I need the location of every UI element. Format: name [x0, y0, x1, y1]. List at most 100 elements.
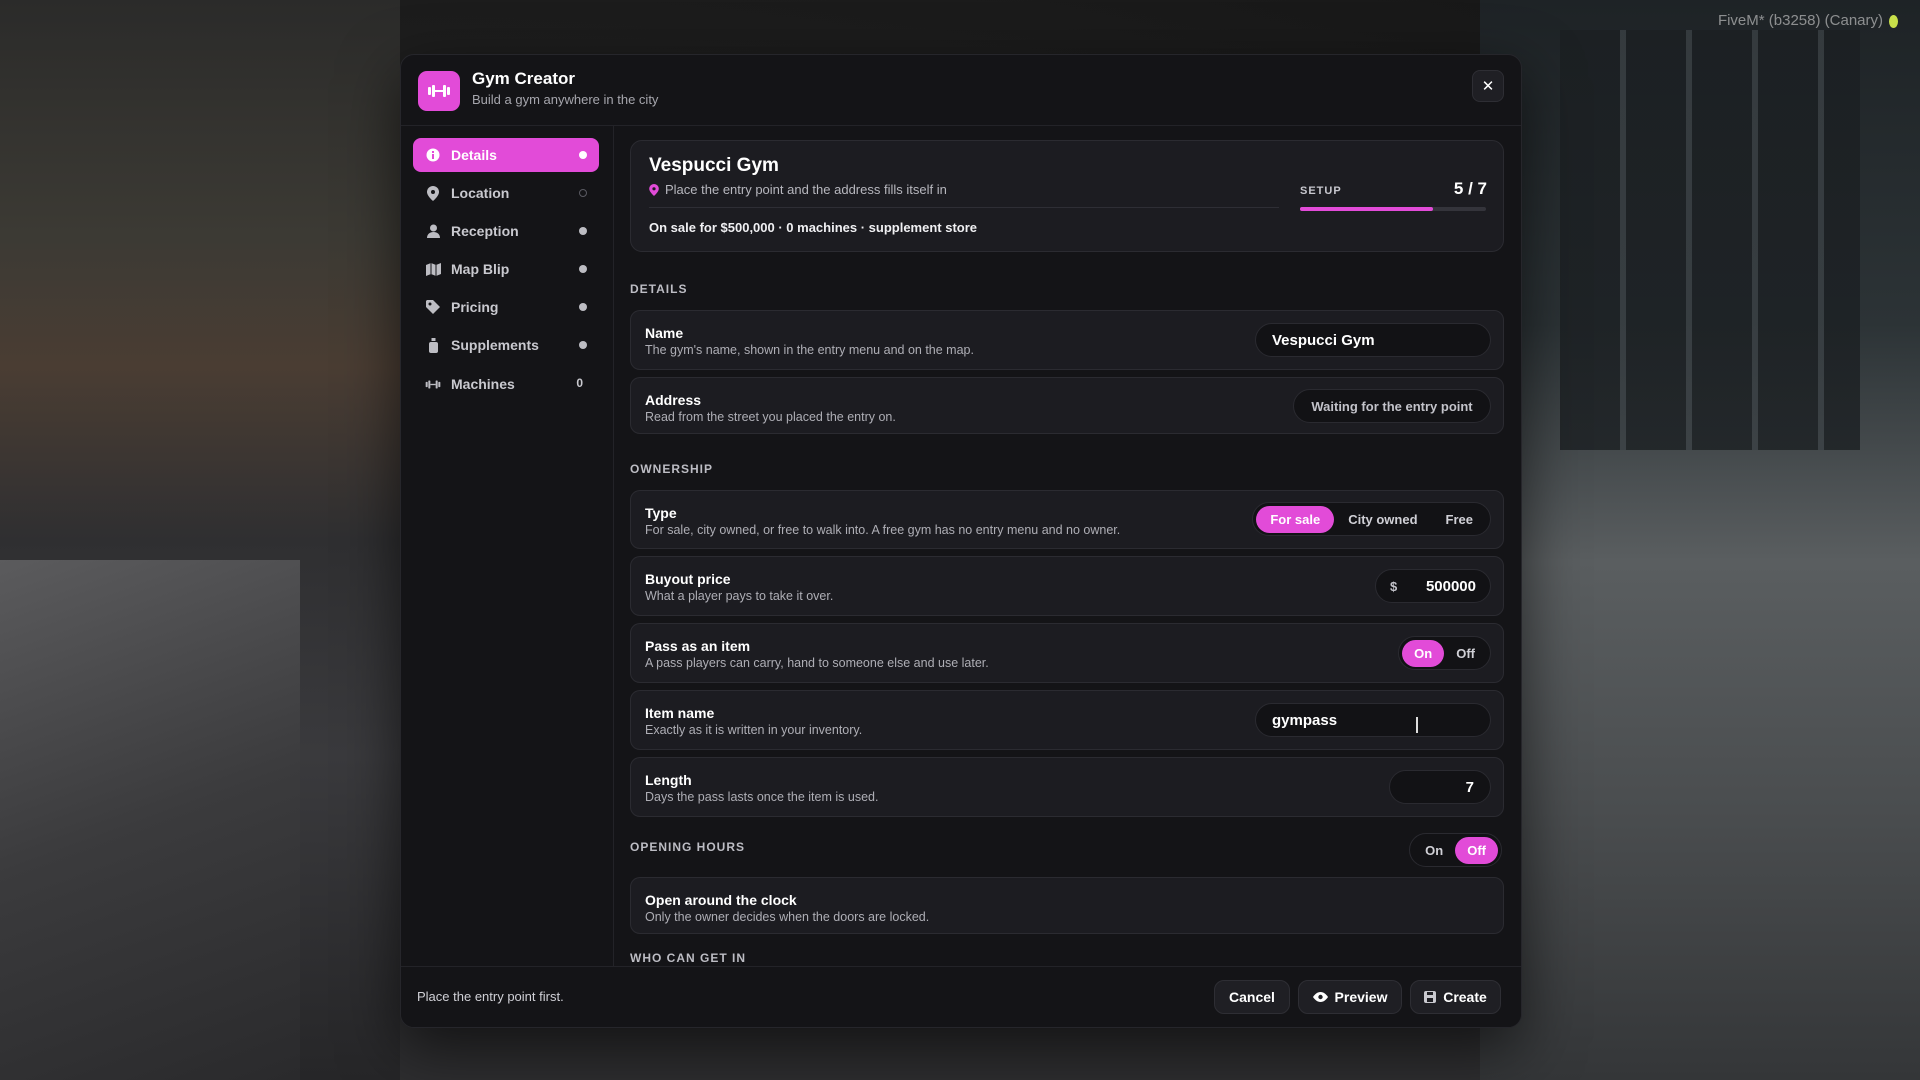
name-description: The gym's name, shown in the entry menu … — [645, 343, 974, 357]
address-value: Waiting for the entry point — [1311, 398, 1473, 414]
status-dot — [579, 265, 587, 273]
type-row: Type For sale, city owned, or free to wa… — [630, 490, 1504, 549]
length-input[interactable]: 7 — [1389, 770, 1491, 804]
dialog-subtitle: Build a gym anywhere in the city — [472, 92, 659, 107]
sidebar-item-label: Location — [451, 185, 510, 201]
machine-count-badge: 0 — [576, 376, 583, 390]
map-icon — [423, 262, 443, 276]
dialog-title: Gym Creator — [472, 69, 575, 88]
setup-progress-bar — [1300, 207, 1486, 211]
tag-icon — [423, 300, 443, 314]
section-heading-details: DETAILS — [630, 282, 688, 296]
background-floor — [400, 1020, 1480, 1080]
always-open-label: Open around the clock — [645, 892, 797, 908]
status-dot — [579, 227, 587, 235]
cancel-label: Cancel — [1229, 989, 1275, 1005]
preview-label: Preview — [1334, 989, 1388, 1005]
setup-label: SETUP — [1300, 185, 1342, 197]
name-row: Name The gym's name, shown in the entry … — [630, 310, 1504, 370]
section-heading-ownership: OWNERSHIP — [630, 462, 714, 476]
name-input[interactable]: Vespucci Gym — [1255, 323, 1491, 357]
currency-symbol: $ — [1390, 578, 1398, 594]
summary-hint: Place the entry point and the address fi… — [649, 182, 947, 197]
length-row: Length Days the pass lasts once the item… — [630, 757, 1504, 817]
type-option-free[interactable]: Free — [1432, 506, 1487, 533]
item-name-label: Item name — [645, 705, 715, 721]
client-status-icon — [1889, 14, 1898, 28]
sidebar-item-machines[interactable]: Machines 0 — [413, 367, 599, 401]
item-name-row: Item name Exactly as it is written in yo… — [630, 690, 1504, 750]
info-icon — [423, 148, 443, 162]
pin-icon — [423, 185, 443, 201]
close-button[interactable]: ✕ — [1472, 70, 1504, 102]
close-icon: ✕ — [1481, 78, 1495, 95]
create-label: Create — [1443, 989, 1487, 1005]
dumbbell-icon — [418, 71, 460, 111]
bottle-icon — [423, 337, 443, 353]
item-name-value: gympass — [1272, 711, 1338, 729]
length-label: Length — [645, 772, 692, 788]
type-option-city-owned[interactable]: City owned — [1334, 506, 1431, 533]
type-option-for-sale[interactable]: For sale — [1256, 505, 1335, 533]
sidebar-item-label: Map Blip — [451, 261, 510, 277]
address-status-field: Waiting for the entry point — [1293, 389, 1491, 423]
address-row: Address Read from the street you placed … — [630, 377, 1504, 434]
divider — [649, 207, 1279, 208]
section-heading-access: WHO CAN GET IN — [630, 951, 746, 965]
client-version-label: FiveM* (b3258) (Canary) — [1718, 12, 1898, 29]
client-version-text: FiveM* (b3258) (Canary) — [1717, 12, 1883, 29]
sidebar-item-reception[interactable]: Reception — [413, 214, 599, 248]
status-dot — [579, 341, 587, 349]
preview-button[interactable]: Preview — [1298, 980, 1402, 1014]
pass-item-label: Pass as an item — [645, 638, 751, 654]
sidebar-item-location[interactable]: Location — [413, 176, 599, 210]
pass-item-row: Pass as an item A pass players can carry… — [630, 623, 1504, 683]
buyout-description: What a player pays to take it over. — [645, 589, 834, 603]
sidebar-item-label: Pricing — [451, 299, 499, 315]
sidebar-item-pricing[interactable]: Pricing — [413, 290, 599, 324]
status-dot — [579, 151, 587, 159]
pass-item-description: A pass players can carry, hand to someon… — [645, 656, 989, 670]
opening-hours-toggle: On Off — [1409, 833, 1502, 867]
sidebar-item-map-blip[interactable]: Map Blip — [413, 252, 599, 286]
summary-hint-text: Place the entry point and the address fi… — [665, 182, 947, 197]
sidebar: Details Location Reception Map Blip Pric… — [401, 126, 614, 966]
gym-creator-dialog: Gym Creator Build a gym anywhere in the … — [400, 54, 1522, 1028]
hours-on[interactable]: On — [1413, 837, 1455, 864]
item-name-input[interactable]: gympass — [1255, 703, 1491, 737]
buyout-value: 500000 — [1425, 577, 1476, 595]
always-open-row: Open around the clock Only the owner dec… — [630, 877, 1504, 934]
cancel-button[interactable]: Cancel — [1214, 980, 1290, 1014]
footer-status-message: Place the entry point first. — [417, 989, 564, 1004]
pass-item-off[interactable]: Off — [1444, 640, 1487, 667]
sidebar-item-supplements[interactable]: Supplements — [413, 328, 599, 362]
length-value: 7 — [1465, 778, 1474, 796]
section-heading-hours: OPENING HOURS — [630, 840, 746, 854]
type-label: Type — [645, 505, 677, 521]
buyout-label: Buyout price — [645, 571, 731, 587]
name-label: Name — [645, 325, 684, 341]
item-name-description: Exactly as it is written in your invento… — [645, 723, 863, 737]
create-button[interactable]: Create — [1410, 980, 1501, 1014]
hours-off[interactable]: Off — [1455, 836, 1498, 864]
person-icon — [423, 224, 443, 238]
save-icon — [1424, 991, 1437, 1003]
address-description: Read from the street you placed the entr… — [645, 410, 896, 424]
main-content[interactable]: Vespucci Gym Place the entry point and t… — [614, 126, 1521, 966]
buyout-price-input[interactable]: $ 500000 — [1375, 569, 1491, 603]
text-cursor-icon — [1416, 717, 1418, 733]
buyout-row: Buyout price What a player pays to take … — [630, 556, 1504, 616]
setup-progress-fill — [1300, 207, 1433, 211]
dialog-footer: Place the entry point first. Cancel Prev… — [401, 966, 1521, 1027]
address-label: Address — [645, 392, 702, 408]
name-value: Vespucci Gym — [1272, 331, 1375, 349]
type-description: For sale, city owned, or free to walk in… — [645, 523, 1121, 537]
summary-meta: On sale for $500,000 · 0 machines · supp… — [649, 220, 978, 235]
status-dot — [579, 189, 587, 197]
eye-icon — [1312, 992, 1328, 1002]
sidebar-item-label: Supplements — [451, 337, 539, 353]
background-desk — [0, 560, 300, 1080]
sidebar-item-details[interactable]: Details — [413, 138, 599, 172]
pass-item-on[interactable]: On — [1402, 639, 1445, 667]
summary-card: Vespucci Gym Place the entry point and t… — [630, 140, 1504, 252]
